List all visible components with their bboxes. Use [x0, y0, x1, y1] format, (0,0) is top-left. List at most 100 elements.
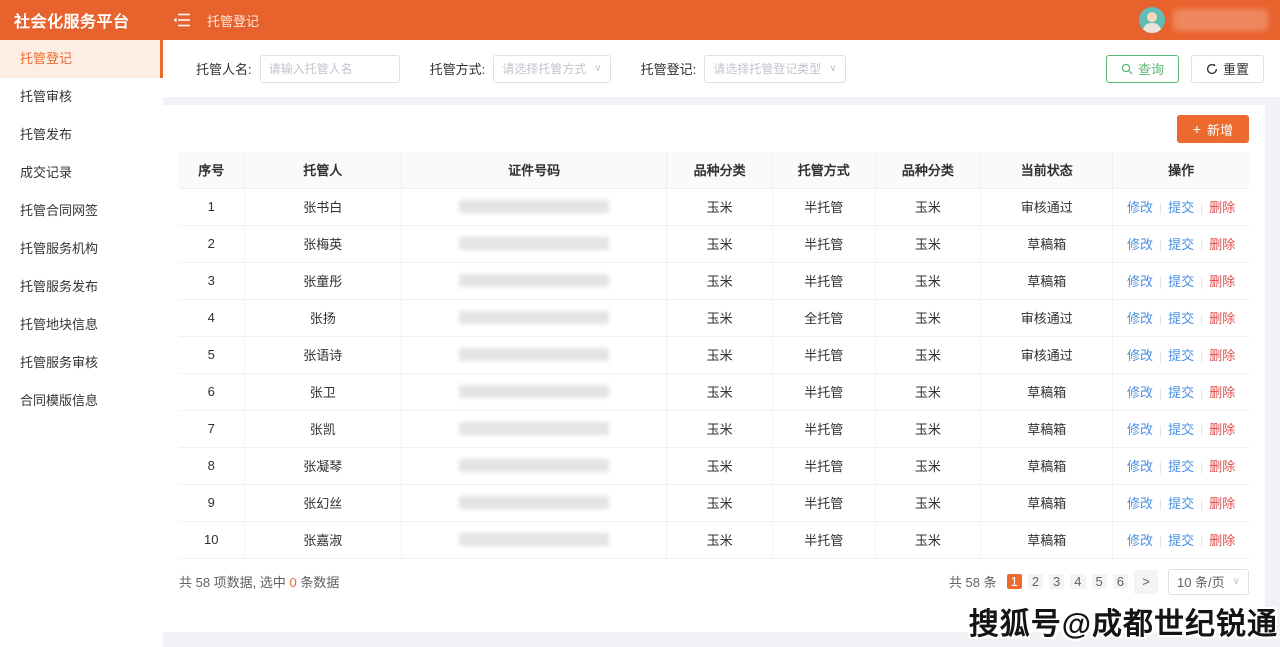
- page-button-5[interactable]: 5: [1092, 574, 1107, 589]
- edit-link[interactable]: 修改: [1127, 237, 1153, 252]
- submit-link[interactable]: 提交: [1168, 348, 1194, 363]
- cell-index: 2: [179, 225, 244, 262]
- page-button-6[interactable]: 6: [1113, 574, 1128, 589]
- sidebar-item-8[interactable]: 托管服务审核: [0, 344, 163, 382]
- cell-mode: 半托管: [772, 188, 875, 225]
- query-button[interactable]: 查询: [1106, 55, 1179, 83]
- cell-mode: 半托管: [772, 225, 875, 262]
- cell-category: 玉米: [667, 336, 773, 373]
- edit-link[interactable]: 修改: [1127, 385, 1153, 400]
- cell-category2: 玉米: [875, 336, 981, 373]
- submit-link[interactable]: 提交: [1168, 385, 1194, 400]
- cell-index: 10: [179, 521, 244, 558]
- cell-status: 草稿箱: [981, 225, 1113, 262]
- divider: |: [1159, 497, 1162, 511]
- edit-link[interactable]: 修改: [1127, 422, 1153, 437]
- cell-index: 8: [179, 447, 244, 484]
- submit-link[interactable]: 提交: [1168, 496, 1194, 511]
- page-button-3[interactable]: 3: [1049, 574, 1064, 589]
- delete-link[interactable]: 删除: [1209, 459, 1235, 474]
- sidebar-item-1[interactable]: 托管审核: [0, 78, 163, 116]
- divider: |: [1200, 423, 1203, 437]
- cell-name: 张扬: [244, 299, 402, 336]
- divider: |: [1159, 386, 1162, 400]
- reset-button-label: 重置: [1223, 59, 1249, 78]
- delete-link[interactable]: 删除: [1209, 274, 1235, 289]
- page-button-1[interactable]: 1: [1007, 574, 1022, 589]
- query-button-label: 查询: [1138, 59, 1164, 78]
- sidebar-item-5[interactable]: 托管服务机构: [0, 230, 163, 268]
- submit-link[interactable]: 提交: [1168, 533, 1194, 548]
- cell-name: 张凯: [244, 410, 402, 447]
- cell-name: 张语诗: [244, 336, 402, 373]
- edit-link[interactable]: 修改: [1127, 496, 1153, 511]
- selected-count: 0: [290, 575, 297, 590]
- delete-link[interactable]: 删除: [1209, 200, 1235, 215]
- column-header: 品种分类: [875, 152, 981, 188]
- sidebar-item-9[interactable]: 合同模版信息: [0, 382, 163, 420]
- app-title: 社会化服务平台: [0, 8, 163, 32]
- delete-link[interactable]: 删除: [1209, 237, 1235, 252]
- redacted-id-block: [459, 422, 609, 435]
- cell-actions: 修改|提交|删除: [1113, 336, 1249, 373]
- edit-link[interactable]: 修改: [1127, 348, 1153, 363]
- registration-filter-select[interactable]: 请选择托管登记类型 ∨: [704, 55, 845, 83]
- cell-id-redacted: [402, 299, 667, 336]
- registration-filter-placeholder: 请选择托管登记类型: [713, 60, 821, 77]
- cell-mode: 半托管: [772, 336, 875, 373]
- sidebar-item-7[interactable]: 托管地块信息: [0, 306, 163, 344]
- user-avatar[interactable]: [1139, 7, 1165, 33]
- name-filter-input[interactable]: [260, 55, 400, 83]
- sidebar-item-4[interactable]: 托管合同网签: [0, 192, 163, 230]
- redacted-id-block: [459, 274, 609, 287]
- cell-id-redacted: [402, 410, 667, 447]
- delete-link[interactable]: 删除: [1209, 348, 1235, 363]
- column-header: 托管方式: [772, 152, 875, 188]
- next-page-button[interactable]: >: [1134, 570, 1158, 594]
- page-size-select[interactable]: 10 条/页 ∨: [1168, 569, 1249, 595]
- delete-link[interactable]: 删除: [1209, 496, 1235, 511]
- edit-link[interactable]: 修改: [1127, 533, 1153, 548]
- plus-icon: +: [1193, 121, 1201, 137]
- selection-summary: 共 58 项数据, 选中 0 条数据: [179, 572, 339, 591]
- cell-index: 9: [179, 484, 244, 521]
- submit-link[interactable]: 提交: [1168, 200, 1194, 215]
- app-header: 社会化服务平台 托管登记: [0, 0, 1280, 40]
- table-row: 4张扬玉米全托管玉米审核通过修改|提交|删除: [179, 299, 1249, 336]
- cell-index: 4: [179, 299, 244, 336]
- edit-link[interactable]: 修改: [1127, 274, 1153, 289]
- sidebar-item-6[interactable]: 托管服务发布: [0, 268, 163, 306]
- cell-status: 草稿箱: [981, 373, 1113, 410]
- submit-link[interactable]: 提交: [1168, 422, 1194, 437]
- edit-link[interactable]: 修改: [1127, 311, 1153, 326]
- edit-link[interactable]: 修改: [1127, 459, 1153, 474]
- cell-status: 审核通过: [981, 188, 1113, 225]
- sidebar-item-3[interactable]: 成交记录: [0, 154, 163, 192]
- submit-link[interactable]: 提交: [1168, 311, 1194, 326]
- sidebar-item-2[interactable]: 托管发布: [0, 116, 163, 154]
- page-size-label: 10 条/页: [1177, 572, 1225, 591]
- reset-button[interactable]: 重置: [1191, 55, 1264, 83]
- delete-link[interactable]: 删除: [1209, 422, 1235, 437]
- page-button-4[interactable]: 4: [1070, 574, 1085, 589]
- chevron-down-icon: ∨: [594, 63, 601, 74]
- add-button[interactable]: + 新增: [1177, 115, 1249, 143]
- submit-link[interactable]: 提交: [1168, 237, 1194, 252]
- sidebar-item-0[interactable]: 托管登记: [0, 40, 163, 78]
- collapse-menu-icon[interactable]: [173, 12, 191, 28]
- delete-link[interactable]: 删除: [1209, 311, 1235, 326]
- breadcrumb[interactable]: 托管登记: [207, 11, 259, 30]
- divider: |: [1200, 534, 1203, 548]
- mode-filter-select[interactable]: 请选择托管方式 ∨: [493, 55, 610, 83]
- submit-link[interactable]: 提交: [1168, 459, 1194, 474]
- cell-id-redacted: [402, 447, 667, 484]
- delete-link[interactable]: 删除: [1209, 533, 1235, 548]
- cell-category2: 玉米: [875, 447, 981, 484]
- delete-link[interactable]: 删除: [1209, 385, 1235, 400]
- edit-link[interactable]: 修改: [1127, 200, 1153, 215]
- cell-status: 审核通过: [981, 336, 1113, 373]
- divider: |: [1200, 312, 1203, 326]
- submit-link[interactable]: 提交: [1168, 274, 1194, 289]
- redacted-id-block: [459, 385, 609, 398]
- page-button-2[interactable]: 2: [1028, 574, 1043, 589]
